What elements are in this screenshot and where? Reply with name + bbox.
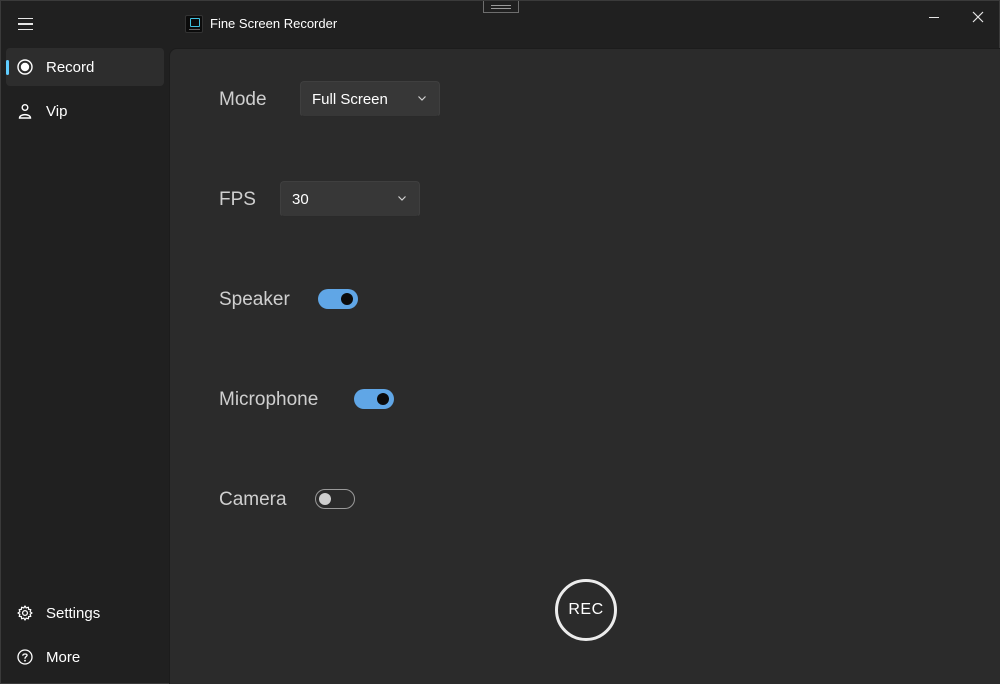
mode-value: Full Screen bbox=[312, 91, 388, 108]
toggle-knob bbox=[319, 493, 331, 505]
speaker-label: Speaker bbox=[219, 289, 290, 310]
fps-dropdown[interactable]: 30 bbox=[280, 181, 420, 217]
sidebar-item-record[interactable]: Record bbox=[6, 48, 164, 86]
minimize-button[interactable] bbox=[912, 1, 956, 33]
toggle-knob bbox=[377, 393, 389, 405]
help-icon bbox=[17, 649, 33, 665]
close-icon bbox=[972, 11, 984, 23]
mode-dropdown[interactable]: Full Screen bbox=[300, 81, 440, 117]
sidebar-item-more[interactable]: More bbox=[6, 638, 164, 676]
sidebar-item-label: Vip bbox=[46, 103, 68, 120]
sidebar-item-settings[interactable]: Settings bbox=[6, 594, 164, 632]
snap-layout-handle-icon[interactable] bbox=[483, 1, 519, 13]
rec-button-label: REC bbox=[568, 601, 604, 618]
camera-label: Camera bbox=[219, 489, 287, 510]
app-logo-icon bbox=[185, 15, 203, 33]
sidebar-item-vip[interactable]: Vip bbox=[6, 92, 164, 130]
mode-label: Mode bbox=[219, 89, 267, 110]
camera-toggle[interactable] bbox=[315, 489, 355, 509]
minimize-icon bbox=[929, 16, 939, 18]
close-button[interactable] bbox=[956, 1, 1000, 33]
hamburger-menu-icon[interactable] bbox=[9, 9, 41, 39]
window-title: Fine Screen Recorder bbox=[210, 16, 338, 31]
chevron-down-icon bbox=[398, 196, 406, 201]
microphone-toggle[interactable] bbox=[354, 389, 394, 409]
chevron-down-icon bbox=[418, 96, 426, 101]
app-window: Fine Screen Recorder Record Vip Settings… bbox=[0, 0, 1000, 684]
toggle-knob bbox=[341, 293, 353, 305]
sidebar-item-label: More bbox=[46, 649, 81, 666]
sidebar-item-label: Record bbox=[46, 59, 95, 76]
gear-icon bbox=[17, 605, 33, 621]
sidebar-item-label: Settings bbox=[46, 605, 101, 622]
record-icon bbox=[17, 59, 33, 75]
speaker-toggle[interactable] bbox=[318, 289, 358, 309]
fps-value: 30 bbox=[292, 191, 309, 208]
rec-button[interactable]: REC bbox=[555, 579, 617, 641]
record-page: Mode Full Screen FPS 30 Speaker Micropho… bbox=[169, 48, 1000, 684]
microphone-label: Microphone bbox=[219, 389, 319, 410]
selection-indicator bbox=[6, 60, 9, 75]
title-bar[interactable]: Fine Screen Recorder bbox=[1, 1, 1000, 47]
person-icon bbox=[18, 104, 32, 119]
fps-label: FPS bbox=[219, 189, 256, 210]
